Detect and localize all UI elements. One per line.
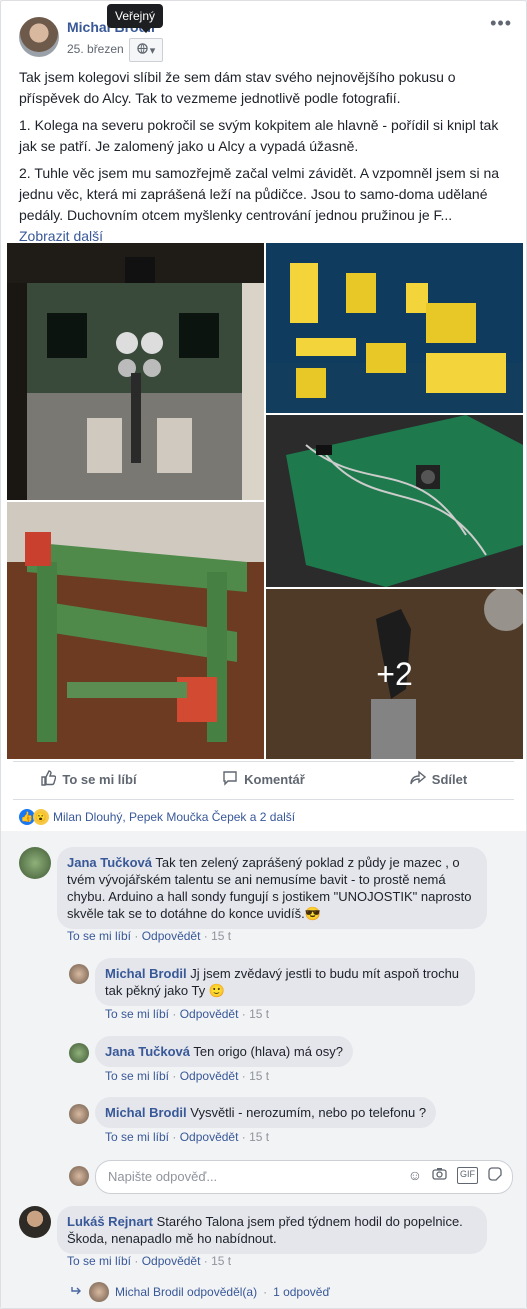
photo-pcb[interactable] (266, 415, 523, 587)
share-button-label: Sdílet (431, 771, 468, 787)
reply-bubble: Michal Brodil Vysvětli - nerozumím, nebo… (95, 1097, 437, 1128)
more-options-icon[interactable]: ••• (490, 13, 512, 34)
comment-button-label: Komentář (244, 771, 305, 787)
privacy-selector[interactable]: ▾ (129, 38, 163, 62)
chevron-down-icon: ▾ (149, 44, 156, 57)
comment-button[interactable]: Komentář (176, 763, 351, 795)
comment-author[interactable]: Jana Tučková (105, 1044, 190, 1059)
post-paragraph: 2. Tuhle věc jsem mu samozřejmě začal ve… (19, 165, 500, 223)
comment-author[interactable]: Lukáš Rejnart (67, 1214, 153, 1229)
post-paragraph: Tak jsem kolegovi slíbil že sem dám stav… (19, 69, 456, 106)
reply-input-tools: ☺ GIF (408, 1167, 502, 1184)
reply-avatar[interactable] (69, 1104, 89, 1124)
comment-bubble: Jana Tučková Tak ten zelený zaprášený po… (57, 847, 487, 929)
comment-like-link[interactable]: To se mi líbí (105, 1069, 169, 1083)
comment-time[interactable]: 15 t (249, 1007, 269, 1021)
comment-time[interactable]: 15 t (211, 929, 231, 943)
comment-time[interactable]: 15 t (249, 1069, 269, 1083)
comment-bubble: Lukáš Rejnart Starého Talona jsem před t… (57, 1206, 487, 1254)
commenter-avatar[interactable] (19, 1206, 51, 1238)
comment-time[interactable]: 15 t (211, 1254, 231, 1268)
comment-meta: To se mi líbí · Odpovědět · 15 t (105, 1007, 270, 1021)
comment-like-link[interactable]: To se mi líbí (67, 1254, 131, 1268)
comment-like-link[interactable]: To se mi líbí (105, 1130, 169, 1144)
post-date[interactable]: 25. březen (67, 42, 124, 56)
photo-pedals[interactable] (7, 502, 264, 759)
comment-text: Vysvětli - nerozumím, nebo po telefonu ? (190, 1105, 427, 1120)
current-user-avatar (69, 1166, 89, 1186)
like-button[interactable]: To se mi líbí (1, 763, 176, 795)
comment-like-link[interactable]: To se mi líbí (67, 929, 131, 943)
globe-icon (137, 43, 148, 57)
like-button-label: To se mi líbí (62, 771, 137, 787)
replies-text: Michal Brodil odpověděl(a) (115, 1285, 258, 1299)
photo-grid: +2 (7, 243, 523, 759)
sticker-icon[interactable] (488, 1167, 502, 1184)
photo-cockpit[interactable] (7, 243, 264, 500)
share-button[interactable]: Sdílet (351, 763, 526, 795)
reply-input[interactable]: Napište odpověď... ☺ GIF (95, 1160, 513, 1194)
photo-joystick[interactable]: +2 (266, 589, 523, 759)
divider (13, 799, 514, 800)
reply-avatar[interactable] (69, 1043, 89, 1063)
comment-author[interactable]: Michal Brodil (105, 966, 187, 981)
comment-reply-link[interactable]: Odpovědět (180, 1130, 239, 1144)
see-more-link[interactable]: Zobrazit další (19, 228, 103, 244)
reactions-text: Milan Dlouhý, Pepek Moučka Čepek a 2 dal… (53, 810, 296, 824)
post-actions: To se mi líbí Komentář Sdílet (1, 763, 526, 795)
thumbs-up-icon (40, 769, 57, 789)
comment-author[interactable]: Michal Brodil (105, 1105, 187, 1120)
post-card: Michal Brodil Veřejný 25. březen ▾ ••• T… (0, 0, 527, 1309)
comment-reply-link[interactable]: Odpovědět (180, 1069, 239, 1083)
author-avatar[interactable] (19, 17, 59, 57)
comment-text: Ten origo (hlava) má osy? (193, 1044, 343, 1059)
comment-meta: To se mi líbí · Odpovědět · 15 t (67, 929, 232, 943)
gif-icon[interactable]: GIF (457, 1167, 478, 1184)
reply-placeholder: Napište odpověď... (108, 1169, 218, 1184)
post-body: Tak jsem kolegovi slíbil že sem dám stav… (19, 67, 509, 247)
comment-icon (222, 770, 238, 789)
more-photos-count[interactable]: +2 (266, 589, 523, 759)
reply-arrow-icon (71, 1285, 83, 1299)
comment-author[interactable]: Jana Tučková (67, 855, 152, 870)
comment-reply-link[interactable]: Odpovědět (142, 1254, 201, 1268)
share-icon (410, 770, 426, 789)
reactions-summary[interactable]: 👍 😮 Milan Dlouhý, Pepek Moučka Čepek a 2… (19, 809, 295, 825)
comment-time[interactable]: 15 t (249, 1130, 269, 1144)
replies-count: 1 odpověď (273, 1285, 330, 1299)
reply-avatar[interactable] (69, 964, 89, 984)
view-replies-link[interactable]: Michal Brodil odpověděl(a) · 1 odpověď (71, 1282, 330, 1302)
comment-meta: To se mi líbí · Odpovědět · 15 t (67, 1254, 232, 1268)
comment-meta: To se mi líbí · Odpovědět · 15 t (105, 1069, 270, 1083)
reply-bubble: Jana Tučková Ten origo (hlava) má osy? (95, 1036, 353, 1067)
reply-author-avatar (89, 1282, 109, 1302)
comment-like-link[interactable]: To se mi líbí (105, 1007, 169, 1021)
wow-reaction-icon: 😮 (33, 809, 49, 825)
comment-meta: To se mi líbí · Odpovědět · 15 t (105, 1130, 270, 1144)
reply-bubble: Michal Brodil Jj jsem zvědavý jestli to … (95, 958, 475, 1006)
post-paragraph: 1. Kolega na severu pokročil se svým kok… (19, 117, 499, 154)
emoji-icon[interactable]: ☺ (408, 1167, 422, 1184)
divider (13, 761, 514, 762)
privacy-tooltip: Veřejný (107, 4, 164, 33)
comment-reply-link[interactable]: Odpovědět (142, 929, 201, 943)
comment-reply-link[interactable]: Odpovědět (180, 1007, 239, 1021)
commenter-avatar[interactable] (19, 847, 51, 879)
photo-3d-parts[interactable] (266, 243, 523, 413)
camera-icon[interactable] (432, 1167, 447, 1184)
